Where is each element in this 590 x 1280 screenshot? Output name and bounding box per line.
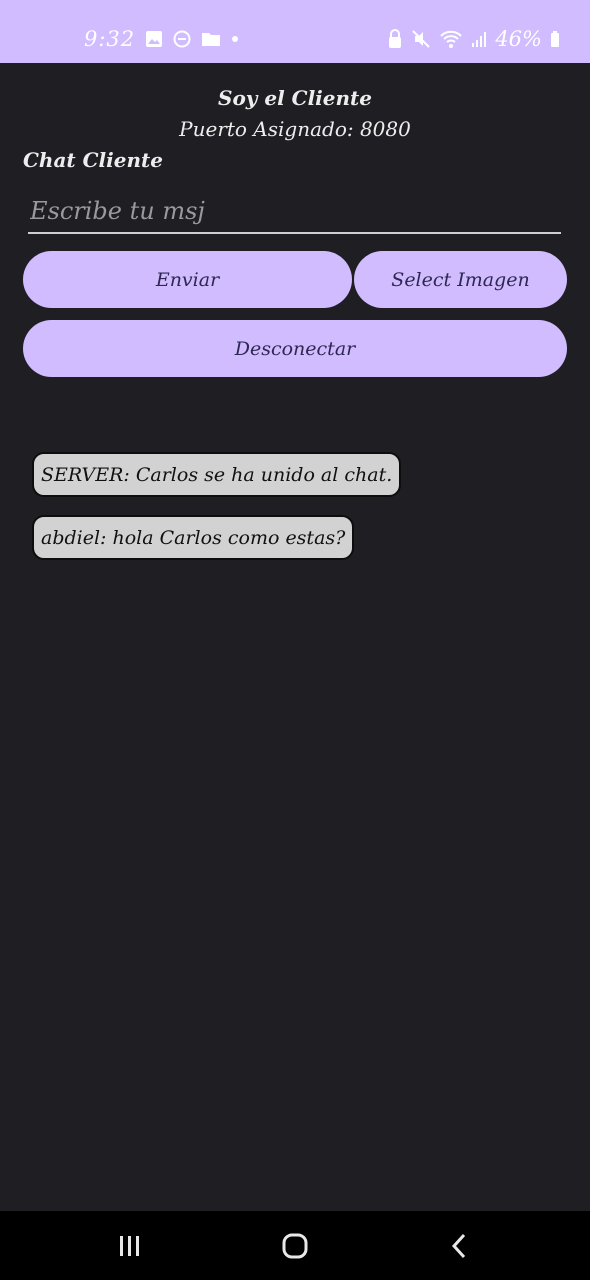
send-button[interactable]: Enviar bbox=[23, 251, 352, 308]
signal-icon bbox=[471, 30, 487, 48]
back-icon[interactable] bbox=[440, 1228, 480, 1264]
message-list: SERVER: Carlos se ha unido al chat. abdi… bbox=[32, 452, 402, 578]
navigation-bar bbox=[0, 1211, 590, 1280]
dot-icon bbox=[231, 35, 239, 43]
list-item: abdiel: hola Carlos como estas? bbox=[32, 515, 401, 578]
status-left: 9:32 bbox=[84, 24, 239, 54]
message-bubble: abdiel: hola Carlos como estas? bbox=[32, 515, 355, 560]
image-icon bbox=[145, 30, 163, 48]
home-icon[interactable] bbox=[275, 1228, 315, 1264]
status-right: 46% bbox=[387, 24, 560, 54]
message-input[interactable] bbox=[28, 190, 561, 234]
assigned-port: Puerto Asignado: 8080 bbox=[179, 117, 411, 141]
status-time: 9:32 bbox=[84, 27, 136, 51]
folder-icon bbox=[201, 31, 221, 47]
wifi-icon bbox=[439, 29, 463, 49]
status-bar: 9:32 46% bbox=[0, 0, 590, 63]
dnd-icon bbox=[173, 30, 191, 48]
chat-label: Chat Cliente bbox=[23, 148, 163, 172]
mute-icon bbox=[411, 29, 431, 49]
battery-percent: 46% bbox=[495, 27, 542, 51]
disconnect-button[interactable]: Desconectar bbox=[23, 320, 567, 377]
lock-icon bbox=[387, 29, 403, 49]
message-bubble: SERVER: Carlos se ha unido al chat. bbox=[32, 452, 402, 497]
battery-icon bbox=[550, 30, 560, 48]
page-title: Soy el Cliente bbox=[218, 86, 372, 110]
list-item: SERVER: Carlos se ha unido al chat. bbox=[32, 452, 402, 515]
select-image-button[interactable]: Select Imagen bbox=[354, 251, 567, 308]
recents-icon[interactable] bbox=[110, 1228, 150, 1264]
